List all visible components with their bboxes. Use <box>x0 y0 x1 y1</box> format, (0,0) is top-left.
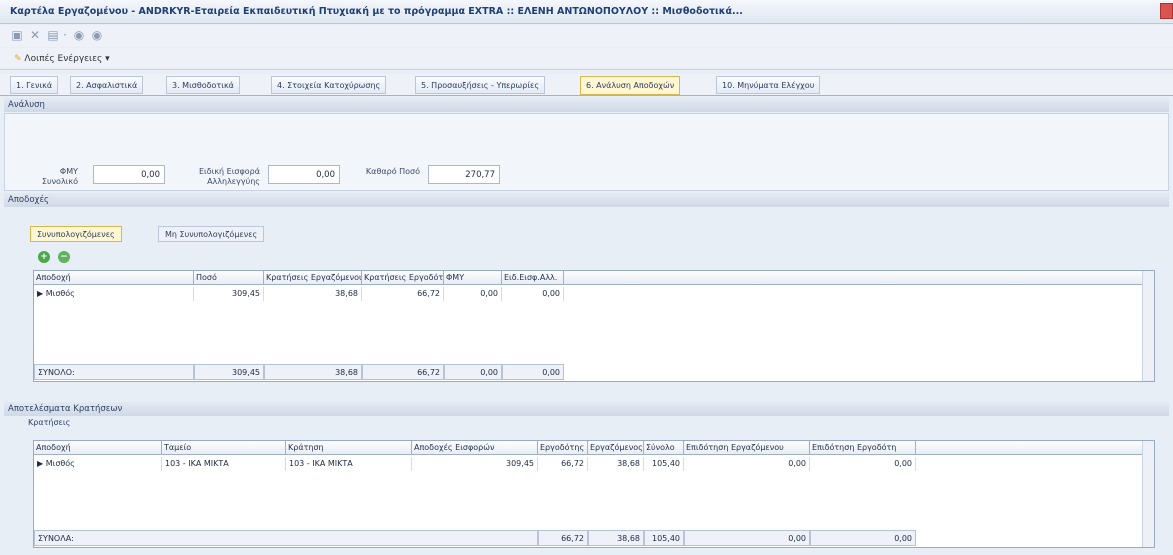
fmy-label: ΦΜΥ Συνολικό <box>41 167 78 186</box>
next-icon[interactable]: ◉ <box>90 28 104 42</box>
cell-deduction[interactable]: 103 - ΙΚΑ ΜΙΚΤΑ <box>286 457 412 471</box>
col-header-employer-deductions[interactable]: Κρατήσεις Εργοδότη <box>362 271 444 285</box>
actions-icon: ✎ <box>14 54 22 64</box>
print-icon[interactable]: ▤ <box>46 28 60 42</box>
earnings-total-employer: 66,72 <box>362 364 444 380</box>
col-header-employee-subsidy[interactable]: Επιδότηση Εργαζόμενου <box>684 441 810 455</box>
other-actions-label: Λοιπές Ενέργειες <box>24 54 103 64</box>
col-header-employee[interactable]: Εργαζόμενος <box>588 441 644 455</box>
col-header-filler <box>916 441 1142 455</box>
col-header-filler <box>564 271 1142 285</box>
cell-earning: Μισθός <box>45 459 75 468</box>
earnings-total-label: ΣΥΝΟΛΟ: <box>34 364 194 380</box>
cell-amount[interactable]: 309,45 <box>194 287 264 301</box>
earnings-total-amount: 309,45 <box>194 364 264 380</box>
cell-employee[interactable]: 38,68 <box>588 457 644 471</box>
window-title: Καρτέλα Εργαζομένου - ANDRKYR-Εταιρεία Ε… <box>10 6 743 17</box>
dropdown-icon[interactable]: · <box>60 28 70 42</box>
solidarity-field[interactable]: 0,00 <box>268 165 340 184</box>
cell-total[interactable]: 105,40 <box>644 457 684 471</box>
col-header-solidarity[interactable]: Ειδ.Εισφ.Αλλ. <box>502 271 564 285</box>
deductions-total-sum: 105,40 <box>644 530 684 546</box>
deductions-subheader: Κρατήσεις <box>28 418 71 427</box>
cell-contribution-base[interactable]: 309,45 <box>412 457 538 471</box>
deductions-scrollbar[interactable] <box>1142 441 1154 547</box>
other-actions-menu[interactable]: ✎ Λοιπές Ενέργειες ▾ <box>14 54 110 64</box>
col-header-earning[interactable]: Αποδοχή <box>34 441 162 455</box>
tab-registration[interactable]: 4. Στοιχεία Κατοχύρωσης <box>271 76 387 94</box>
solidarity-label: Ειδική Εισφορά Αλληλεγγύης <box>198 167 260 186</box>
cell-earning: Μισθός <box>45 289 75 298</box>
deductions-header: Αποτελέσματα Κρατήσεων <box>4 402 1169 416</box>
col-header-employer-subsidy[interactable]: Επιδότηση Εργοδότη <box>810 441 916 455</box>
col-header-total[interactable]: Σύνολο <box>644 441 684 455</box>
col-header-earning[interactable]: Αποδοχή <box>34 271 194 285</box>
tab-payroll[interactable]: 3. Μισθοδοτικά <box>166 76 240 94</box>
cell-employee-subsidy[interactable]: 0,00 <box>684 457 810 471</box>
add-icon[interactable]: + <box>38 251 50 263</box>
earnings-scrollbar[interactable] <box>1142 271 1154 381</box>
earnings-total-fmy: 0,00 <box>444 364 502 380</box>
table-row-earning[interactable]: ▶ Μισθός <box>34 287 194 301</box>
table-row-deduction[interactable]: ▶ Μισθός <box>34 457 162 471</box>
cell-employer-subsidy[interactable]: 0,00 <box>810 457 916 471</box>
col-header-employee-deductions[interactable]: Κρατήσεις Εργαζόμενου <box>264 271 362 285</box>
net-amount-field[interactable]: 270,77 <box>428 165 500 184</box>
deductions-total-employer-subsidy: 0,00 <box>810 530 916 546</box>
toolbar: ▣ ✕ ▤ · ◉ ◉ <box>0 25 1173 47</box>
cell-fund[interactable]: 103 - ΙΚΑ ΜΙΚΤΑ <box>162 457 286 471</box>
deductions-total-employer: 66,72 <box>538 530 588 546</box>
col-header-contribution-base[interactable]: Αποδοχές Εισφορών <box>412 441 538 455</box>
save-icon[interactable]: ▣ <box>10 28 24 42</box>
fmy-field[interactable]: 0,00 <box>93 165 165 184</box>
previous-icon[interactable]: ◉ <box>72 28 86 42</box>
delete-icon[interactable]: ✕ <box>28 28 42 42</box>
title-bar: Καρτέλα Εργαζομένου - ANDRKYR-Εταιρεία Ε… <box>0 0 1173 24</box>
tab-insurance[interactable]: 2. Ασφαλιστικά <box>70 76 144 94</box>
analysis-header: Ανάλυση <box>4 98 1169 112</box>
deductions-total-label: ΣΥΝΟΛΑ: <box>34 530 538 546</box>
deductions-grid: Αποδοχή Ταμείο Κράτηση Αποδοχές Εισφορών… <box>33 440 1155 548</box>
cell-solidarity[interactable]: 0,00 <box>502 287 564 301</box>
tab-excluded-earnings[interactable]: Μη Συνυπολογιζόμενες <box>158 226 265 242</box>
col-header-employer[interactable]: Εργοδότης <box>538 441 588 455</box>
tab-check-messages[interactable]: 10. Μηνύματα Ελέγχου <box>716 76 821 94</box>
remove-icon[interactable]: − <box>58 251 70 263</box>
earnings-grid: Αποδοχή Ποσό Κρατήσεις Εργαζόμενου Κρατή… <box>33 270 1155 382</box>
col-header-deduction[interactable]: Κράτηση <box>286 441 412 455</box>
row-indicator-icon: ▶ <box>37 459 44 468</box>
tab-earnings-analysis[interactable]: 6. Ανάλυση Αποδοχών <box>580 76 681 95</box>
col-header-fmy[interactable]: ΦΜΥ <box>444 271 502 285</box>
net-amount-label: Καθαρό Ποσό <box>365 167 420 176</box>
tab-bar: 1. Γενικά 2. Ασφαλιστικά 3. Μισθοδοτικά … <box>0 74 1173 96</box>
analysis-panel <box>4 113 1169 191</box>
earnings-header: Αποδοχές <box>4 193 1169 207</box>
cell-employee-deductions[interactable]: 38,68 <box>264 287 362 301</box>
deductions-total-employee-subsidy: 0,00 <box>684 530 810 546</box>
tab-overtime[interactable]: 5. Προσαυξήσεις - Υπερωρίες <box>415 76 546 94</box>
row-indicator-icon: ▶ <box>37 289 44 298</box>
cell-employer[interactable]: 66,72 <box>538 457 588 471</box>
earnings-total-solidarity: 0,00 <box>502 364 564 380</box>
cell-fmy[interactable]: 0,00 <box>444 287 502 301</box>
col-header-amount[interactable]: Ποσό <box>194 271 264 285</box>
col-header-fund[interactable]: Ταμείο <box>162 441 286 455</box>
tab-general[interactable]: 1. Γενικά <box>10 76 59 94</box>
chevron-down-icon: ▾ <box>105 54 110 64</box>
earnings-total-employee: 38,68 <box>264 364 362 380</box>
actions-bar: ✎ Λοιπές Ενέργειες ▾ <box>0 48 1173 70</box>
deductions-total-employee: 38,68 <box>588 530 644 546</box>
cell-employer-deductions[interactable]: 66,72 <box>362 287 444 301</box>
tab-included-earnings[interactable]: Συνυπολογιζόμενες <box>30 226 122 242</box>
close-button[interactable] <box>1160 3 1173 19</box>
